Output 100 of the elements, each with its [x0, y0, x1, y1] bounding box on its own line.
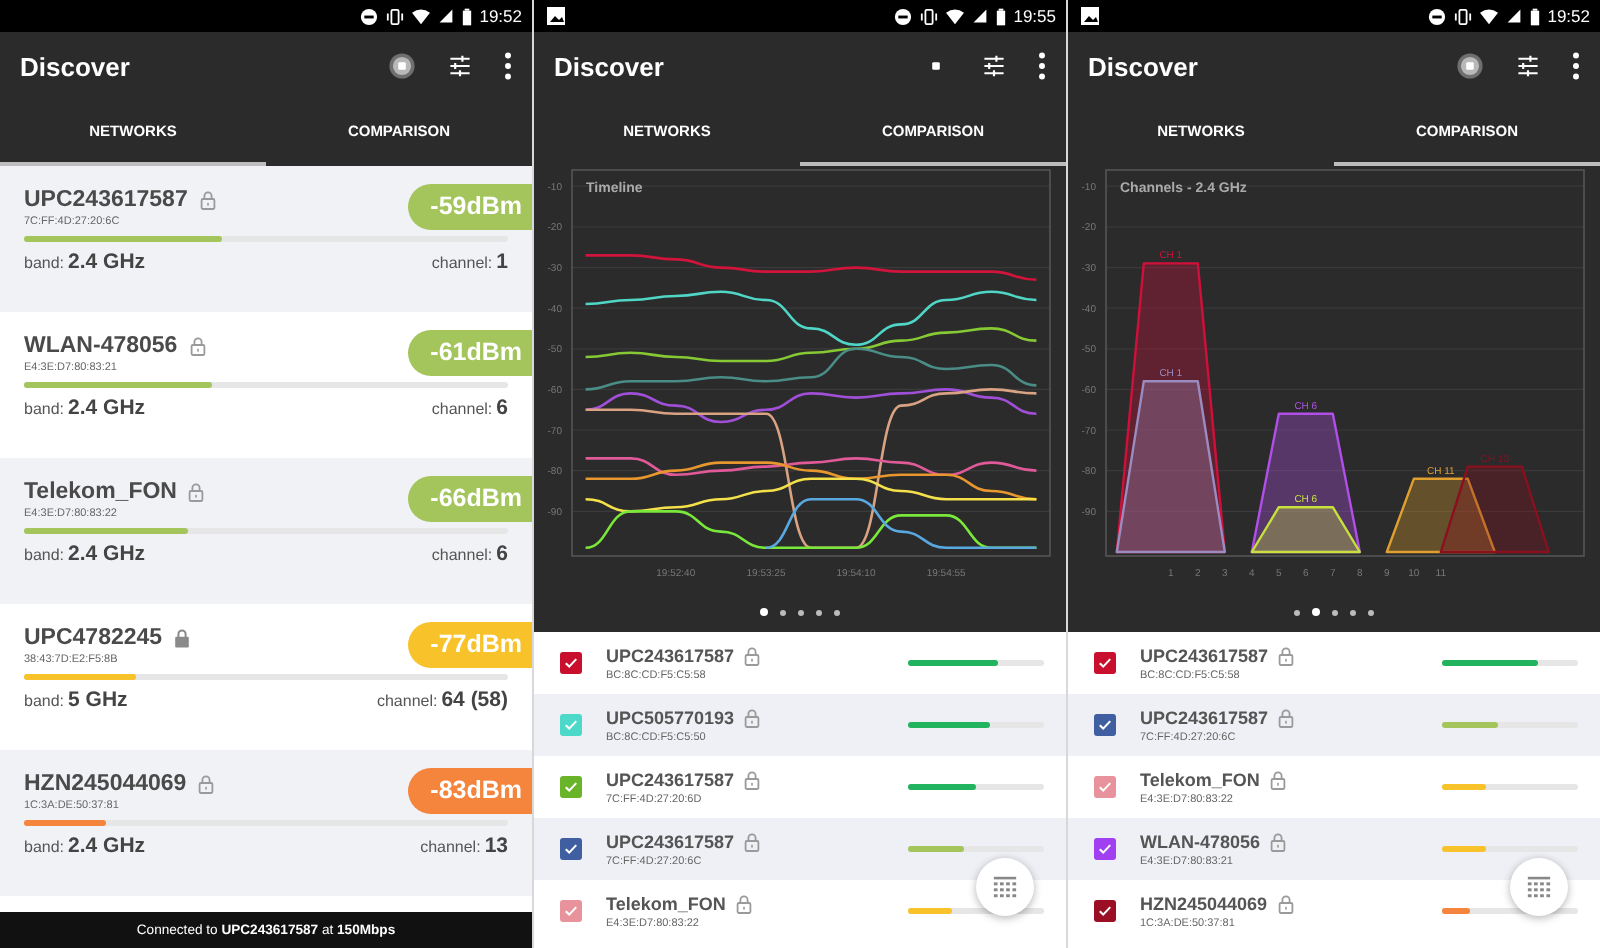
sliders-icon[interactable]: [982, 54, 1006, 78]
pager-dot[interactable]: [834, 609, 841, 615]
pager-dot[interactable]: [1332, 609, 1339, 615]
wifi-icon: [411, 7, 430, 25]
lock-icon: [735, 893, 752, 913]
network-name: Telekom_FON: [1140, 769, 1260, 789]
more-menu-icon[interactable]: [504, 52, 512, 80]
checkbox[interactable]: [1094, 776, 1116, 798]
vibrate-icon: [1453, 7, 1472, 25]
band-value: 5 GHz: [68, 688, 128, 714]
pager-dot[interactable]: [1350, 609, 1357, 615]
signal-icon: [971, 8, 988, 24]
more-menu-icon[interactable]: [1572, 52, 1580, 80]
status-time: 19:52: [1547, 6, 1590, 26]
check-icon: [1096, 716, 1114, 734]
pager-dot[interactable]: [1311, 607, 1321, 617]
lock-icon: [1269, 769, 1286, 789]
network-name: UPC243617587: [606, 645, 735, 665]
check-icon: [562, 778, 580, 796]
checkbox[interactable]: [1094, 838, 1116, 860]
checkbox[interactable]: [1094, 900, 1116, 922]
lock-icon: [744, 645, 761, 665]
vibrate-icon: [385, 7, 404, 25]
network-name: HZN245044069: [1140, 893, 1268, 913]
channel-area: [1439, 465, 1550, 554]
signal-icon: [1505, 8, 1522, 24]
network-name: UPC243617587: [606, 769, 735, 789]
status-time: 19:52: [479, 6, 522, 26]
band-label: band:: [24, 398, 65, 422]
vibrate-icon: [919, 7, 938, 25]
channel-label: channel:: [431, 544, 493, 568]
band-label: band:: [24, 252, 65, 276]
channel-label: channel:: [431, 252, 493, 276]
check-icon: [562, 840, 580, 858]
pager-dot[interactable]: [1368, 609, 1375, 615]
channel-label: channel:: [431, 398, 493, 422]
checkbox[interactable]: [560, 714, 582, 736]
app-title: Discover: [1088, 51, 1198, 81]
wifi-icon: [1479, 7, 1498, 25]
lock-icon: [744, 769, 761, 789]
battery-icon: [461, 7, 472, 25]
channel-label: channel:: [376, 690, 438, 714]
channel-value: 64 (58): [441, 688, 508, 714]
checkbox[interactable]: [560, 652, 582, 674]
band-label: band:: [24, 836, 65, 860]
record-icon[interactable]: [1456, 52, 1484, 80]
do-not-disturb-icon: [1427, 7, 1446, 25]
more-menu-icon[interactable]: [1038, 52, 1046, 80]
app-title: Discover: [554, 51, 664, 81]
signal-badge: -66dBm: [408, 476, 532, 522]
network-name: Telekom_FON: [606, 893, 726, 913]
band-value: 2.4 GHz: [68, 396, 146, 422]
channel-value: 1: [496, 250, 508, 276]
network-name: UPC243617587: [24, 187, 188, 211]
network-name: UPC243617587: [1140, 645, 1269, 665]
checkbox[interactable]: [1094, 714, 1116, 736]
pager-dot[interactable]: [780, 609, 787, 615]
signal-icon: [437, 8, 454, 24]
checkbox[interactable]: [1094, 652, 1116, 674]
pager-dot[interactable]: [816, 609, 823, 615]
network-name: WLAN-478056: [1140, 831, 1261, 851]
band-value: 2.4 GHz: [68, 542, 146, 568]
network-name: UPC243617587: [1140, 707, 1269, 727]
do-not-disturb-icon: [893, 7, 912, 25]
channel-value: 6: [496, 542, 508, 568]
band-label: band:: [24, 690, 65, 714]
check-icon: [1096, 902, 1114, 920]
sliders-icon[interactable]: [448, 54, 472, 78]
check-icon: [562, 902, 580, 920]
checkbox[interactable]: [560, 900, 582, 922]
channel-label: channel:: [420, 836, 481, 860]
sliders-icon[interactable]: [1516, 54, 1540, 78]
channel-value: 6: [496, 396, 508, 422]
pager-dot[interactable]: [798, 609, 805, 615]
app-title: Discover: [20, 51, 130, 81]
checkbox[interactable]: [560, 838, 582, 860]
signal-badge: -59dBm: [408, 184, 532, 230]
check-icon: [1096, 840, 1114, 858]
signal-badge: -77dBm: [408, 622, 532, 668]
lock-icon: [1277, 893, 1294, 913]
pager-dot[interactable]: [1293, 609, 1300, 615]
check-icon: [1096, 778, 1114, 796]
network-name: UPC505770193: [606, 707, 735, 727]
lock-icon: [1278, 707, 1295, 727]
record-icon[interactable]: [388, 52, 416, 80]
network-name: Telekom_FON: [24, 479, 177, 503]
network-name: UPC243617587: [606, 831, 735, 851]
do-not-disturb-icon: [359, 7, 378, 25]
check-icon: [562, 716, 580, 734]
grid-icon: [1526, 874, 1552, 900]
network-name: WLAN-478056: [24, 333, 178, 357]
network-name: UPC4782245: [24, 625, 163, 649]
check-icon: [562, 654, 580, 672]
lock-icon: [744, 831, 761, 851]
signal-badge: -83dBm: [408, 768, 532, 814]
network-name: HZN245044069: [24, 771, 187, 795]
pager-dot[interactable]: [759, 607, 769, 617]
checkbox[interactable]: [560, 776, 582, 798]
wifi-icon: [945, 7, 964, 25]
status-time: 19:55: [1013, 6, 1056, 26]
